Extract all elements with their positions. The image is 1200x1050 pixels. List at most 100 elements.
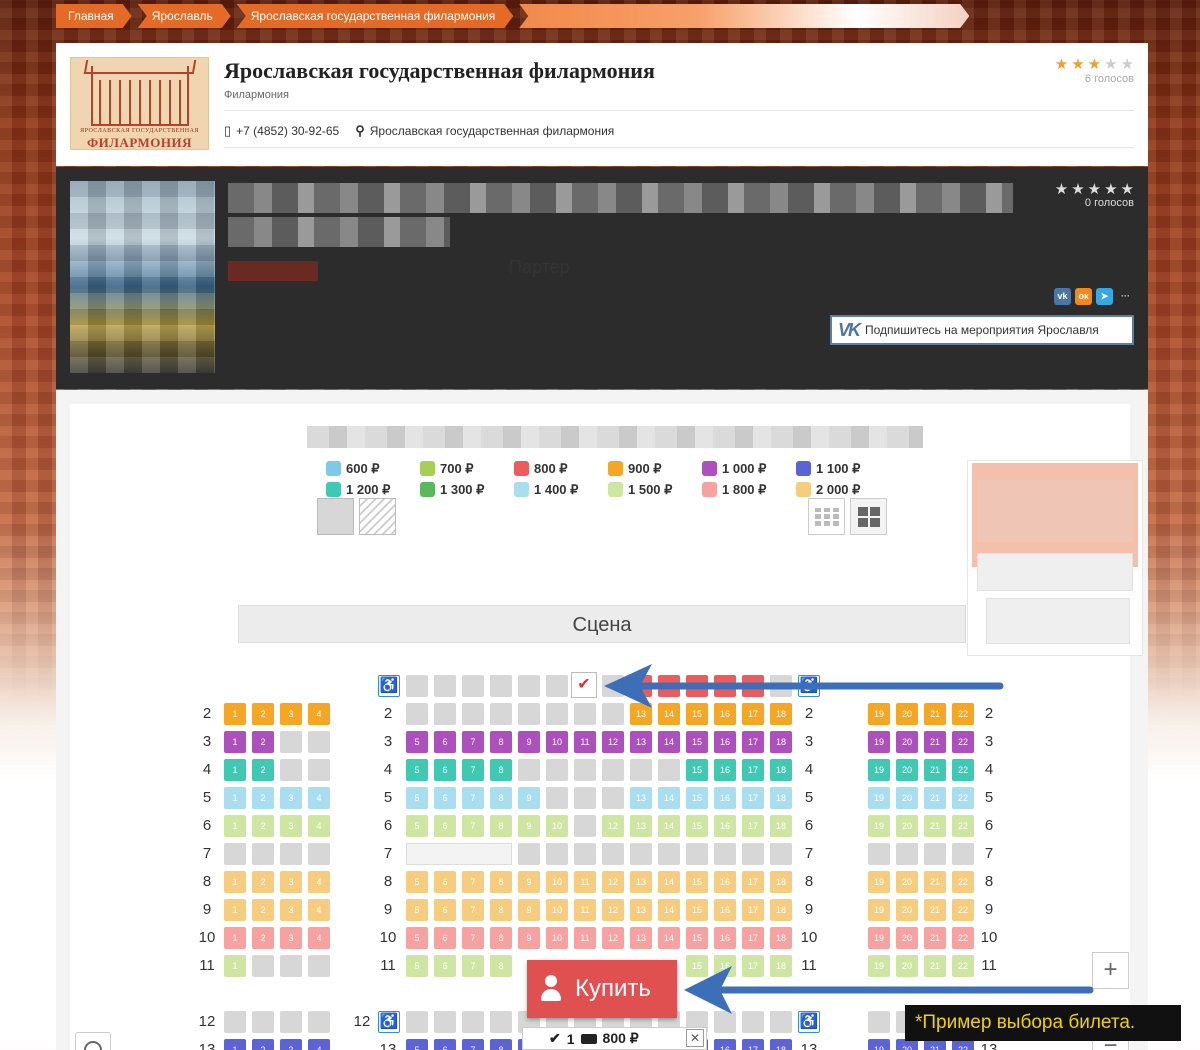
seat[interactable]: 1 xyxy=(224,1039,246,1050)
seat[interactable]: 21 xyxy=(924,759,946,781)
seat[interactable]: 9 xyxy=(518,871,540,893)
seat[interactable]: 9 xyxy=(518,815,540,837)
buy-button[interactable]: Купить xyxy=(527,960,677,1018)
seat[interactable]: 15 xyxy=(686,871,708,893)
seat[interactable]: 7 xyxy=(462,1039,484,1050)
seat[interactable]: 12 xyxy=(602,815,624,837)
seat[interactable]: 18 xyxy=(770,955,792,977)
seat[interactable]: 6 xyxy=(434,815,456,837)
seat[interactable]: 15 xyxy=(686,927,708,949)
seat[interactable]: 7 xyxy=(462,899,484,921)
seat[interactable]: 19 xyxy=(868,899,890,921)
ok-icon[interactable]: ок xyxy=(1075,288,1092,305)
seat[interactable]: 2 xyxy=(252,759,274,781)
seat[interactable]: 4 xyxy=(308,703,330,725)
seat[interactable]: 16 xyxy=(714,787,736,809)
seat[interactable]: 6 xyxy=(434,787,456,809)
seat[interactable]: 1 xyxy=(224,787,246,809)
seat[interactable]: 3 xyxy=(280,703,302,725)
seat[interactable]: 20 xyxy=(896,955,918,977)
seat[interactable]: 19 xyxy=(868,815,890,837)
seat[interactable] xyxy=(714,675,736,697)
seat[interactable]: 21 xyxy=(924,787,946,809)
seat[interactable]: 19 xyxy=(868,927,890,949)
legend-item[interactable]: 1 200 ₽ xyxy=(326,481,420,498)
seat[interactable]: 20 xyxy=(896,815,918,837)
seat[interactable] xyxy=(630,675,652,697)
seat[interactable]: 7 xyxy=(462,871,484,893)
seat[interactable]: 1 xyxy=(224,955,246,977)
seat[interactable]: 15 xyxy=(686,731,708,753)
seat[interactable]: 6 xyxy=(434,871,456,893)
wheelchair-seat-icon[interactable]: ♿ xyxy=(378,1011,400,1033)
seat[interactable]: 20 xyxy=(896,927,918,949)
seat[interactable]: 8 xyxy=(490,759,512,781)
legend-item[interactable]: 1 000 ₽ xyxy=(702,460,796,477)
seat[interactable]: 19 xyxy=(868,703,890,725)
seat[interactable]: 7 xyxy=(462,787,484,809)
seat[interactable]: 4 xyxy=(308,871,330,893)
legend-item[interactable]: 700 ₽ xyxy=(420,460,514,477)
seat[interactable]: 3 xyxy=(280,871,302,893)
seat[interactable]: 12 xyxy=(602,731,624,753)
seat[interactable]: 15 xyxy=(686,703,708,725)
seat[interactable]: 1 xyxy=(224,703,246,725)
seat[interactable]: 22 xyxy=(952,815,974,837)
seat[interactable]: 15 xyxy=(686,815,708,837)
seat[interactable]: 8 xyxy=(490,1039,512,1050)
seat[interactable]: 13 xyxy=(630,871,652,893)
seat[interactable]: 15 xyxy=(686,899,708,921)
seat[interactable]: 14 xyxy=(658,871,680,893)
grid-small-view-button[interactable] xyxy=(808,498,845,535)
seat[interactable]: 5 xyxy=(406,955,428,977)
seat[interactable]: 22 xyxy=(952,787,974,809)
seat[interactable]: 17 xyxy=(742,955,764,977)
seat[interactable]: 6 xyxy=(434,899,456,921)
breadcrumb-venue[interactable]: Ярославская государственная филармония xyxy=(237,4,514,28)
seat[interactable]: 13 xyxy=(630,899,652,921)
seat[interactable]: 8 xyxy=(490,927,512,949)
remove-ticket-button[interactable]: ✕ xyxy=(686,1029,704,1047)
seat[interactable]: 7 xyxy=(462,731,484,753)
seat[interactable]: 14 xyxy=(658,787,680,809)
seat[interactable]: 17 xyxy=(742,787,764,809)
seat[interactable]: 18 xyxy=(770,927,792,949)
seat[interactable]: 11 xyxy=(574,899,596,921)
seat[interactable]: 15 xyxy=(686,787,708,809)
seat[interactable]: 2 xyxy=(252,1039,274,1050)
seat[interactable]: 8 xyxy=(490,815,512,837)
seat[interactable]: 15 xyxy=(686,955,708,977)
legend-item[interactable]: 2 000 ₽ xyxy=(796,481,890,498)
seat[interactable]: 17 xyxy=(742,759,764,781)
seat[interactable]: 16 xyxy=(714,815,736,837)
seat[interactable]: 21 xyxy=(924,899,946,921)
seat[interactable]: 18 xyxy=(770,787,792,809)
seat[interactable]: 1 xyxy=(224,871,246,893)
seat[interactable]: 1 xyxy=(224,899,246,921)
seat[interactable]: 17 xyxy=(742,927,764,949)
address-contact[interactable]: ⚲ Ярославская государственная филармония xyxy=(355,123,614,139)
seat[interactable] xyxy=(686,675,708,697)
seat[interactable]: 10 xyxy=(546,899,568,921)
seat[interactable]: 2 xyxy=(252,871,274,893)
seat[interactable]: 5 xyxy=(406,787,428,809)
seat[interactable]: 2 xyxy=(252,703,274,725)
seat[interactable]: 2 xyxy=(252,927,274,949)
seat[interactable]: 22 xyxy=(952,731,974,753)
seat[interactable]: 18 xyxy=(770,759,792,781)
seat[interactable]: 21 xyxy=(924,955,946,977)
seat[interactable]: 19 xyxy=(868,1039,890,1050)
seat[interactable]: 18 xyxy=(770,815,792,837)
seat[interactable]: 1 xyxy=(224,731,246,753)
seat[interactable]: 6 xyxy=(434,759,456,781)
legend-item[interactable]: 1 300 ₽ xyxy=(420,481,514,498)
seat[interactable]: 9 xyxy=(518,787,540,809)
legend-item[interactable]: 1 100 ₽ xyxy=(796,460,890,477)
seat[interactable]: 11 xyxy=(574,927,596,949)
seat[interactable]: 9 xyxy=(518,899,540,921)
seat[interactable]: 1 xyxy=(224,759,246,781)
seat[interactable]: 19 xyxy=(868,731,890,753)
help-button[interactable] xyxy=(75,1032,111,1050)
seat[interactable] xyxy=(658,675,680,697)
event-rating-stars[interactable]: ★ ★ ★ ★ ★ xyxy=(1055,180,1134,198)
